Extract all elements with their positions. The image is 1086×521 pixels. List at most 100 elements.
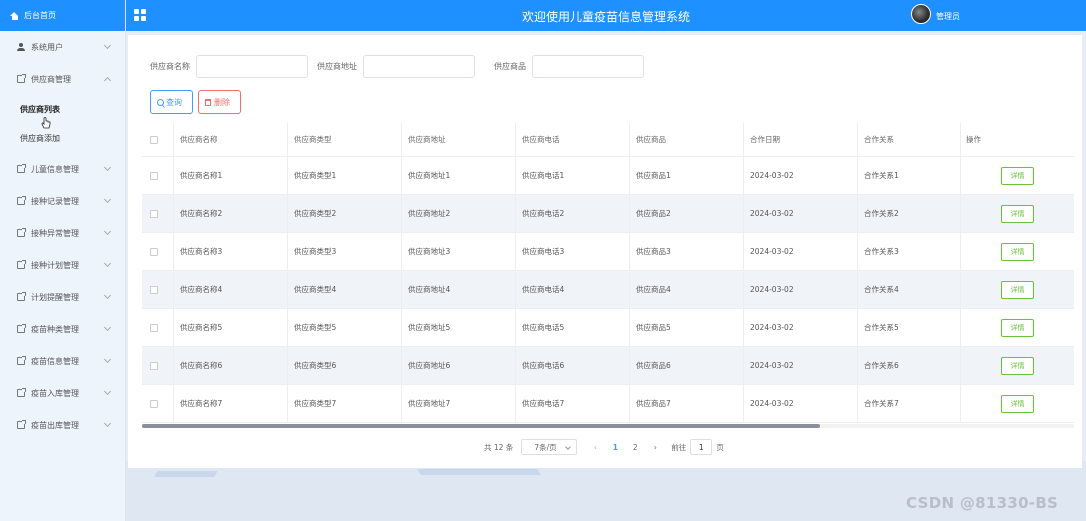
detail-button[interactable]: 详情 bbox=[1001, 204, 1034, 223]
sidebar-subitem-0[interactable]: 供应商列表 bbox=[0, 95, 125, 124]
document-icon bbox=[17, 164, 26, 173]
delete-button[interactable]: 删除 bbox=[198, 90, 241, 114]
action-buttons: 查询 删除 bbox=[150, 90, 241, 114]
row-checkbox[interactable] bbox=[150, 171, 158, 180]
supplier-address-input[interactable] bbox=[363, 55, 475, 78]
sidebar-home[interactable]: 后台首页 bbox=[0, 0, 125, 31]
action-cell: 详情 bbox=[961, 347, 1074, 384]
chevron-down-icon bbox=[103, 195, 112, 204]
row-checkbox[interactable] bbox=[150, 399, 158, 408]
sidebar-item-label: 接种计划管理 bbox=[31, 260, 79, 270]
detail-button[interactable]: 详情 bbox=[1001, 166, 1034, 185]
table-cell: 合作关系1 bbox=[858, 157, 961, 194]
table-cell: 2024-03-02 bbox=[744, 195, 858, 232]
table-cell: 供应商电话1 bbox=[516, 157, 630, 194]
user-icon bbox=[17, 43, 25, 51]
sidebar-item-10[interactable]: 疫苗出库管理 bbox=[0, 409, 125, 441]
prev-page-icon[interactable]: ‹ bbox=[591, 443, 599, 452]
detail-button[interactable]: 详情 bbox=[1001, 394, 1034, 413]
chevron-down-icon bbox=[103, 41, 112, 50]
sidebar-item-label: 接种异常管理 bbox=[31, 228, 79, 238]
sidebar-item-5[interactable]: 接种计划管理 bbox=[0, 249, 125, 281]
supplier-table: 供应商名称 供应商类型 供应商地址 供应商电话 供应商品 合作日期 合作关系 操作 供应商名称1… bbox=[142, 123, 1074, 423]
query-button[interactable]: 查询 bbox=[150, 90, 193, 114]
chevron-down-icon bbox=[103, 323, 112, 332]
hand-cursor-icon bbox=[41, 117, 51, 129]
table-cell: 供应商类型5 bbox=[288, 309, 402, 346]
chevron-down-icon bbox=[103, 227, 112, 236]
address-label: 供应商地址 bbox=[317, 62, 357, 71]
goto-page-input[interactable]: 1 bbox=[690, 439, 713, 455]
table-cell: 供应商地址5 bbox=[402, 309, 516, 346]
avatar[interactable] bbox=[911, 4, 931, 24]
row-checkbox[interactable] bbox=[150, 323, 158, 332]
sidebar-item-9[interactable]: 疫苗入库管理 bbox=[0, 377, 125, 409]
sidebar-item-label: 计划提醒管理 bbox=[31, 292, 79, 302]
chevron-down-icon bbox=[103, 355, 112, 364]
supplier-product-input[interactable] bbox=[532, 55, 644, 78]
row-checkbox[interactable] bbox=[150, 361, 158, 370]
detail-button[interactable]: 详情 bbox=[1001, 356, 1034, 375]
detail-button[interactable]: 详情 bbox=[1001, 318, 1034, 337]
trash-icon bbox=[205, 98, 211, 106]
sidebar-item-1[interactable]: 供应商管理 bbox=[0, 63, 125, 95]
sidebar-item-0[interactable]: 系统用户 bbox=[0, 31, 125, 63]
sidebar-item-label: 系统用户 bbox=[31, 42, 63, 52]
table-cell: 供应商品2 bbox=[630, 195, 744, 232]
supplier-name-input[interactable] bbox=[196, 55, 308, 78]
search-bar: 供应商名称 供应商地址 供应商品 bbox=[150, 55, 653, 78]
table-cell: 供应商电话7 bbox=[516, 385, 630, 422]
table-cell: 供应商品6 bbox=[630, 347, 744, 384]
column-header: 合作日期 bbox=[744, 123, 858, 156]
detail-button[interactable]: 详情 bbox=[1001, 280, 1034, 299]
user-name[interactable]: 管理员 bbox=[936, 11, 960, 22]
background-decoration bbox=[126, 461, 1086, 521]
sidebar-item-6[interactable]: 计划提醒管理 bbox=[0, 281, 125, 313]
document-icon bbox=[17, 74, 26, 83]
main-area: 供应商名称 供应商地址 供应商品 查询 删除 供应商名称 供应商类型 供应商地址 供应… bbox=[126, 31, 1086, 521]
home-icon bbox=[10, 11, 19, 20]
table-header: 供应商名称 供应商类型 供应商地址 供应商电话 供应商品 合作日期 合作关系 操作 bbox=[142, 123, 1074, 157]
chevron-down-icon bbox=[103, 419, 112, 428]
table-row: 供应商名称7 供应商类型7 供应商地址7 供应商电话7 供应商品7 2024-03-02 合… bbox=[142, 385, 1074, 423]
row-checkbox[interactable] bbox=[150, 285, 158, 294]
sidebar-item-4[interactable]: 接种异常管理 bbox=[0, 217, 125, 249]
page-size-select[interactable]: 7条/页 bbox=[521, 439, 578, 455]
column-header: 供应商品 bbox=[630, 123, 744, 156]
goto-label: 前往 bbox=[671, 442, 687, 452]
delete-button-label: 删除 bbox=[214, 97, 230, 107]
column-header: 操作 bbox=[966, 135, 981, 144]
background-stroke bbox=[417, 469, 555, 499]
chevron-down-icon bbox=[103, 291, 112, 300]
table-row: 供应商名称5 供应商类型5 供应商地址5 供应商电话5 供应商品5 2024-03-02 合… bbox=[142, 309, 1074, 347]
next-page-icon[interactable]: › bbox=[651, 443, 659, 452]
horizontal-scrollbar[interactable] bbox=[142, 424, 1074, 428]
table-row: 供应商名称4 供应商类型4 供应商地址4 供应商电话4 供应商品4 2024-03-02 合… bbox=[142, 271, 1074, 309]
sidebar-item-2[interactable]: 儿童信息管理 bbox=[0, 153, 125, 185]
sidebar-item-label: 疫苗种类管理 bbox=[31, 324, 79, 334]
row-checkbox[interactable] bbox=[150, 247, 158, 256]
action-cell: 详情 bbox=[961, 233, 1074, 270]
table-cell: 供应商电话2 bbox=[516, 195, 630, 232]
sidebar-item-3[interactable]: 接种记录管理 bbox=[0, 185, 125, 217]
row-select-cell bbox=[142, 271, 174, 308]
action-cell: 详情 bbox=[961, 309, 1074, 346]
sidebar-subitem-1[interactable]: 供应商添加 bbox=[0, 124, 125, 153]
detail-button[interactable]: 详情 bbox=[1001, 242, 1034, 261]
page-1[interactable]: 1 bbox=[611, 443, 619, 452]
sidebar-item-8[interactable]: 疫苗信息管理 bbox=[0, 345, 125, 377]
document-icon bbox=[17, 228, 26, 237]
row-select-cell bbox=[142, 385, 174, 422]
select-all-checkbox[interactable] bbox=[150, 135, 158, 144]
scrollbar-thumb[interactable] bbox=[142, 424, 820, 428]
sidebar-item-label: 疫苗信息管理 bbox=[31, 356, 79, 366]
document-icon bbox=[17, 196, 26, 205]
sidebar: 后台首页 系统用户供应商管理 供应商列表 供应商添加 儿童信息管理 接种记录管理接种异常… bbox=[0, 0, 126, 521]
table-cell: 合作关系7 bbox=[858, 385, 961, 422]
row-checkbox[interactable] bbox=[150, 209, 158, 218]
table-cell: 合作关系3 bbox=[858, 233, 961, 270]
page-2[interactable]: 2 bbox=[631, 443, 639, 452]
action-cell: 详情 bbox=[961, 195, 1074, 232]
sidebar-item-7[interactable]: 疫苗种类管理 bbox=[0, 313, 125, 345]
name-label: 供应商名称 bbox=[150, 62, 190, 71]
